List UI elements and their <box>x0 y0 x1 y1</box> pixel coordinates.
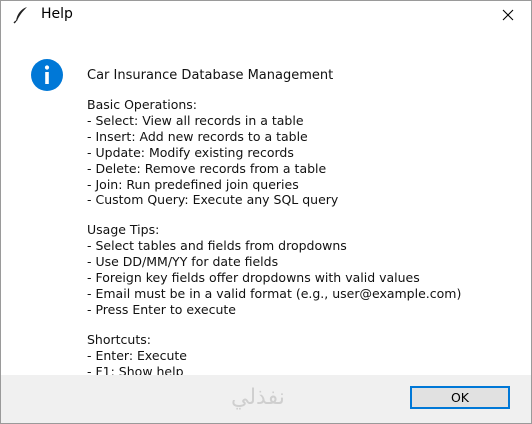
feather-icon <box>13 6 29 24</box>
help-line: - Email must be in a valid format (e.g.,… <box>87 285 462 301</box>
help-line: - Enter: Execute <box>87 347 187 363</box>
help-section-usage-tips: Usage Tips: - Select tables and fields f… <box>87 222 517 317</box>
help-line: - Use DD/MM/YY for date fields <box>87 254 279 270</box>
window-title: Help <box>41 6 73 22</box>
help-line: - Delete: Remove records from a table <box>87 160 327 176</box>
help-line: - Update: Modify existing records <box>87 144 294 160</box>
ok-button[interactable]: OK <box>410 386 510 409</box>
help-line: - Foreign key fields offer dropdowns wit… <box>87 270 420 286</box>
close-icon <box>502 9 514 21</box>
section-title: Basic Operations: <box>87 97 197 112</box>
close-button[interactable] <box>485 1 531 29</box>
dialog-heading: Car Insurance Database Management <box>87 68 334 83</box>
help-section-basic-operations: Basic Operations: - Select: View all rec… <box>87 97 517 208</box>
help-line: - Select: View all records in a table <box>87 112 304 128</box>
help-line: - Custom Query: Execute any SQL query <box>87 192 339 208</box>
help-dialog: Help Car Insurance Database Management B… <box>0 0 532 424</box>
section-title: Usage Tips: <box>87 222 160 238</box>
help-line: - Join: Run predefined join queries <box>87 176 299 192</box>
help-line: - Insert: Add new records to a table <box>87 128 308 144</box>
watermark: نفذلي <box>231 385 285 410</box>
info-icon <box>30 58 64 92</box>
help-line: - Select tables and fields from dropdown… <box>87 238 347 254</box>
title-bar: Help <box>1 1 531 29</box>
help-body: Basic Operations: - Select: View all rec… <box>87 97 517 394</box>
help-line: - Press Enter to execute <box>87 301 236 317</box>
help-section-shortcuts: Shortcuts: - Enter: Execute - F1: Show h… <box>87 332 517 380</box>
section-title: Shortcuts: <box>87 331 151 347</box>
